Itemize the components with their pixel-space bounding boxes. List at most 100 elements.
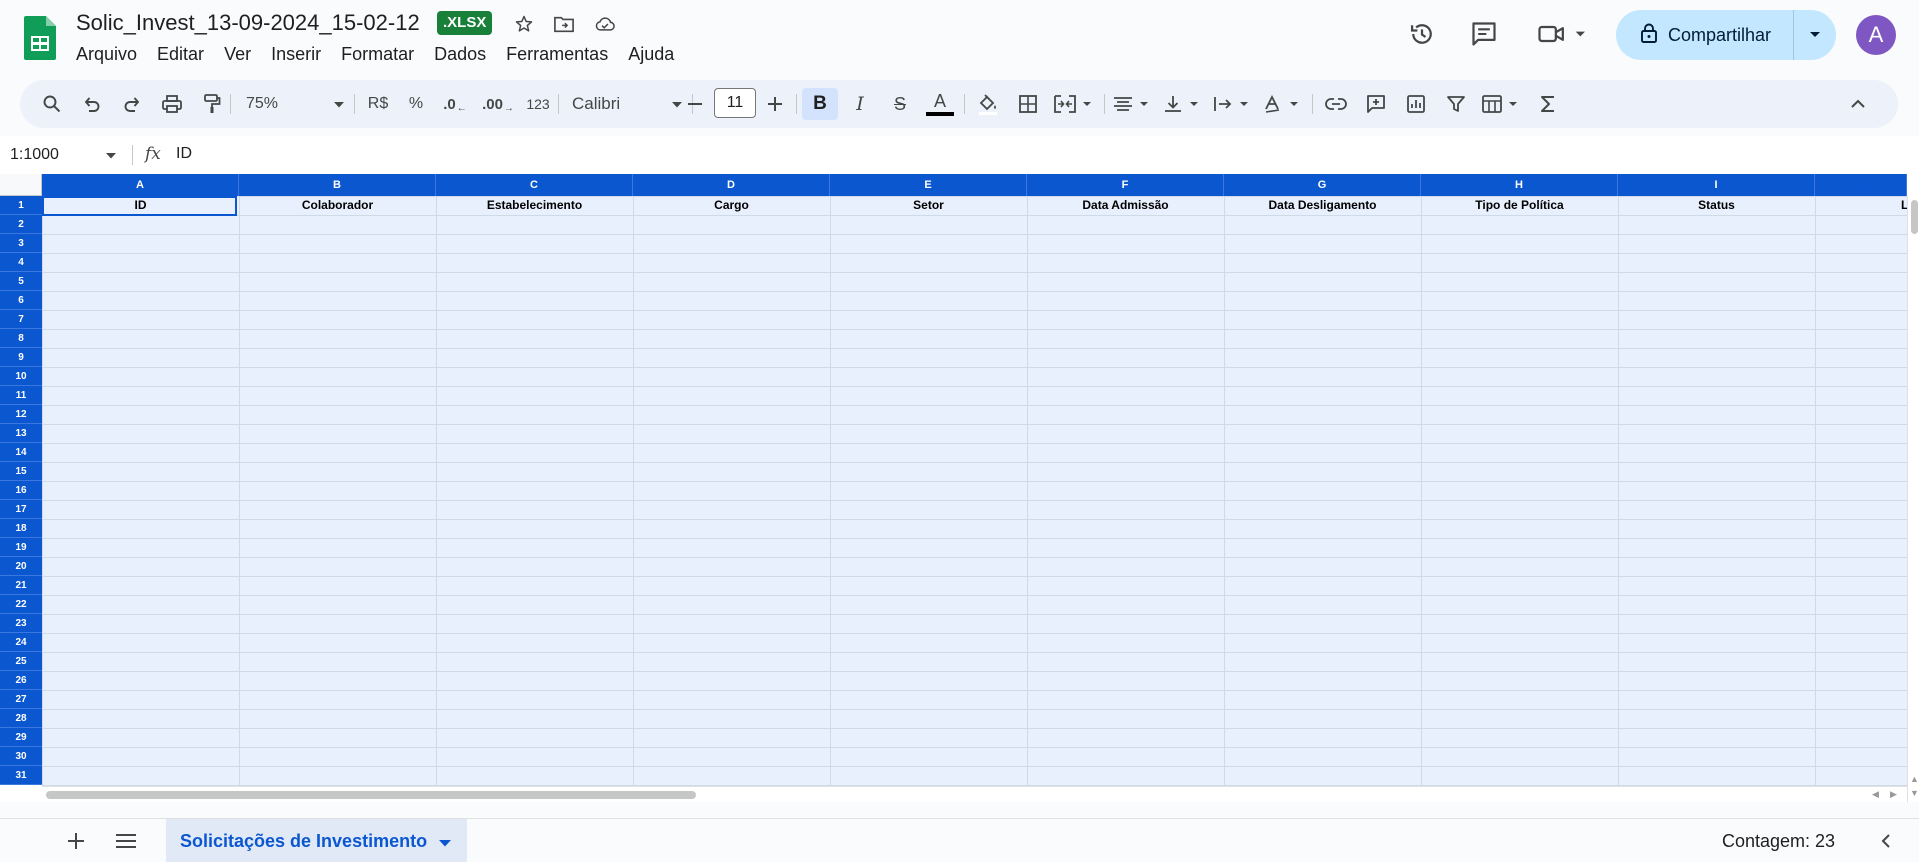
row-header-4[interactable]: 4 bbox=[0, 253, 42, 272]
row-header-23[interactable]: 23 bbox=[0, 614, 42, 633]
cell-i1[interactable]: Status bbox=[1618, 196, 1815, 215]
row-header-19[interactable]: 19 bbox=[0, 538, 42, 557]
row-header-17[interactable]: 17 bbox=[0, 500, 42, 519]
comments-icon[interactable] bbox=[1466, 16, 1502, 52]
font-size-input[interactable]: 11 bbox=[714, 88, 756, 118]
row-header-30[interactable]: 30 bbox=[0, 747, 42, 766]
share-dropdown-button[interactable] bbox=[1794, 10, 1836, 60]
cell-j1[interactable]: L bbox=[1815, 196, 1907, 215]
paint-format-icon[interactable] bbox=[196, 88, 228, 120]
filter-icon[interactable] bbox=[1438, 88, 1474, 120]
column-header-h[interactable]: H bbox=[1421, 174, 1618, 196]
row-header-7[interactable]: 7 bbox=[0, 310, 42, 329]
text-rotation-icon[interactable] bbox=[1260, 88, 1306, 120]
row-header-24[interactable]: 24 bbox=[0, 633, 42, 652]
row-header-15[interactable]: 15 bbox=[0, 462, 42, 481]
column-header-d[interactable]: D bbox=[633, 174, 830, 196]
borders-icon[interactable] bbox=[1010, 88, 1046, 120]
currency-format-button[interactable]: R$ bbox=[362, 88, 394, 120]
merge-cells-icon[interactable] bbox=[1050, 88, 1098, 120]
row-header-1[interactable]: 1 bbox=[0, 196, 42, 215]
star-icon[interactable] bbox=[513, 13, 535, 35]
row-header-22[interactable]: 22 bbox=[0, 595, 42, 614]
column-header-j[interactable]: J bbox=[1815, 174, 1907, 196]
menu-editar[interactable]: Editar bbox=[147, 42, 214, 66]
collapse-toolbar-icon[interactable] bbox=[1842, 88, 1874, 120]
version-history-icon[interactable] bbox=[1404, 16, 1440, 52]
row-header-27[interactable]: 27 bbox=[0, 690, 42, 709]
name-box[interactable]: 1:1000 bbox=[10, 142, 122, 168]
row-header-10[interactable]: 10 bbox=[0, 367, 42, 386]
scroll-right-arrow-icon[interactable]: ▶ bbox=[1890, 789, 1897, 800]
row-header-9[interactable]: 9 bbox=[0, 348, 42, 367]
row-header-2[interactable]: 2 bbox=[0, 215, 42, 234]
scroll-up-arrow-icon[interactable]: ▲ bbox=[1910, 774, 1919, 784]
horizontal-scroll-thumb[interactable] bbox=[46, 791, 696, 799]
row-header-18[interactable]: 18 bbox=[0, 519, 42, 538]
row-header-6[interactable]: 6 bbox=[0, 291, 42, 310]
percent-format-button[interactable]: % bbox=[400, 88, 432, 120]
row-header-3[interactable]: 3 bbox=[0, 234, 42, 253]
column-header-c[interactable]: C bbox=[436, 174, 633, 196]
formula-input[interactable]: ID bbox=[176, 145, 192, 163]
scroll-down-arrow-icon[interactable]: ▼ bbox=[1910, 788, 1919, 798]
row-header-26[interactable]: 26 bbox=[0, 671, 42, 690]
document-title[interactable]: Solic_Invest_13-09-2024_15-02-12 bbox=[76, 10, 420, 36]
italic-button[interactable]: I bbox=[842, 88, 878, 120]
more-formats-button[interactable]: 123 bbox=[520, 88, 556, 120]
column-header-i[interactable]: I bbox=[1618, 174, 1815, 196]
row-header-16[interactable]: 16 bbox=[0, 481, 42, 500]
menu-ferramentas[interactable]: Ferramentas bbox=[496, 42, 618, 66]
menu-ver[interactable]: Ver bbox=[214, 42, 261, 66]
cell-b1[interactable]: Colaborador bbox=[239, 196, 436, 215]
cloud-saved-icon[interactable] bbox=[594, 13, 616, 35]
move-folder-icon[interactable] bbox=[553, 13, 575, 35]
zoom-select[interactable]: 75% bbox=[238, 88, 348, 120]
meet-video-icon[interactable] bbox=[1534, 16, 1594, 52]
functions-icon[interactable] bbox=[1530, 88, 1566, 120]
row-header-29[interactable]: 29 bbox=[0, 728, 42, 747]
text-wrapping-icon[interactable] bbox=[1210, 88, 1256, 120]
horizontal-scrollbar[interactable]: ◀ ▶ bbox=[42, 786, 1907, 802]
cell-f1[interactable]: Data Admissão bbox=[1027, 196, 1224, 215]
fill-color-icon[interactable] bbox=[970, 88, 1006, 120]
row-header-31[interactable]: 31 bbox=[0, 766, 42, 785]
strikethrough-button[interactable]: S bbox=[882, 88, 918, 120]
cell-d1[interactable]: Cargo bbox=[633, 196, 830, 215]
cell-g1[interactable]: Data Desligamento bbox=[1224, 196, 1421, 215]
menu-formatar[interactable]: Formatar bbox=[331, 42, 424, 66]
select-all-corner[interactable] bbox=[0, 174, 42, 196]
add-sheet-button[interactable] bbox=[62, 827, 90, 855]
menu-inserir[interactable]: Inserir bbox=[261, 42, 331, 66]
cell-e1[interactable]: Setor bbox=[830, 196, 1027, 215]
font-family-select[interactable]: Calibri bbox=[562, 88, 686, 120]
row-header-13[interactable]: 13 bbox=[0, 424, 42, 443]
row-header-20[interactable]: 20 bbox=[0, 557, 42, 576]
row-header-5[interactable]: 5 bbox=[0, 272, 42, 291]
account-avatar[interactable]: A bbox=[1856, 15, 1896, 55]
cell-c1[interactable]: Estabelecimento bbox=[436, 196, 633, 215]
insert-chart-icon[interactable] bbox=[1398, 88, 1434, 120]
cell-h1[interactable]: Tipo de Política bbox=[1421, 196, 1618, 215]
insert-link-icon[interactable] bbox=[1318, 88, 1354, 120]
row-header-25[interactable]: 25 bbox=[0, 652, 42, 671]
row-header-28[interactable]: 28 bbox=[0, 709, 42, 728]
bold-button[interactable]: B bbox=[802, 88, 838, 120]
caret-down-icon[interactable] bbox=[439, 831, 452, 852]
row-header-21[interactable]: 21 bbox=[0, 576, 42, 595]
increase-decimals-button[interactable]: .00 → bbox=[480, 88, 516, 120]
vertical-align-icon[interactable] bbox=[1160, 88, 1206, 120]
column-header-g[interactable]: G bbox=[1224, 174, 1421, 196]
vertical-scrollbar[interactable]: ▲ ▼ bbox=[1907, 196, 1919, 802]
selection-count-summary[interactable]: Contagem: 23 bbox=[1722, 831, 1835, 852]
chevron-left-icon[interactable] bbox=[1876, 831, 1896, 851]
decrease-font-size-button[interactable] bbox=[680, 88, 710, 120]
column-header-b[interactable]: B bbox=[239, 174, 436, 196]
insert-comment-icon[interactable] bbox=[1358, 88, 1394, 120]
column-header-a[interactable]: A bbox=[42, 174, 239, 196]
menu-ajuda[interactable]: Ajuda bbox=[618, 42, 684, 66]
row-header-12[interactable]: 12 bbox=[0, 405, 42, 424]
column-header-f[interactable]: F bbox=[1027, 174, 1224, 196]
share-main-button[interactable]: Compartilhar bbox=[1616, 10, 1794, 60]
sheet-tab-active[interactable]: Solicitações de Investimento bbox=[166, 819, 468, 862]
